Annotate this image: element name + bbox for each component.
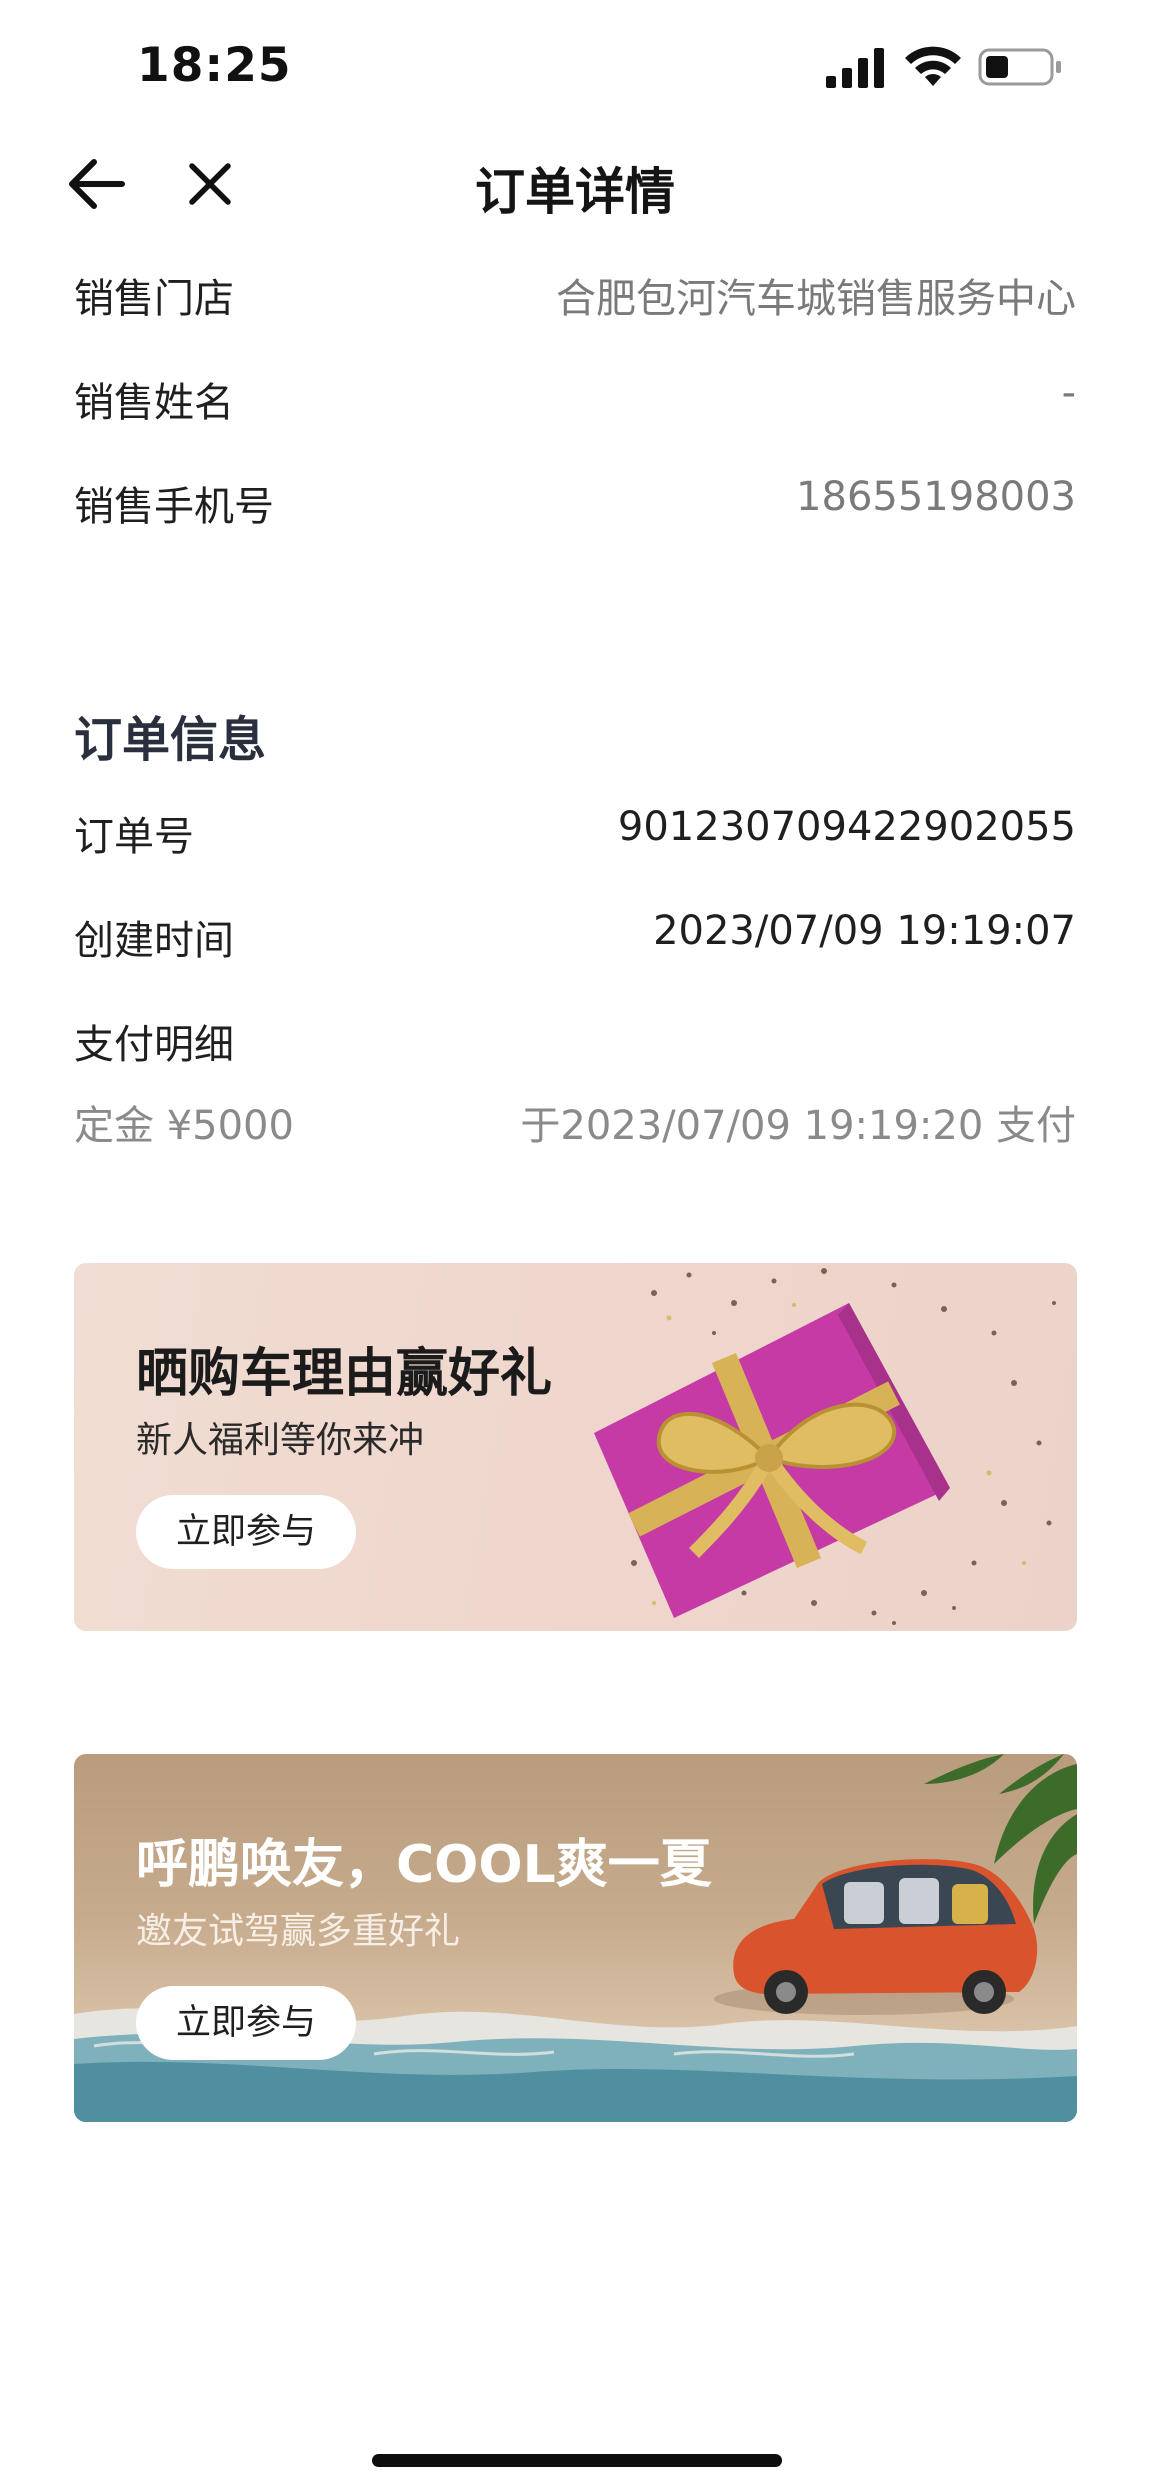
- banner-title: 晒购车理由赢好礼: [136, 1344, 553, 1404]
- join-now-button[interactable]: 立即参与: [136, 1495, 356, 1569]
- sales-phone-label: 销售手机号: [74, 484, 274, 530]
- page-title: 订单详情: [475, 163, 675, 221]
- payment-detail-label: 支付明细: [74, 1022, 234, 1068]
- wifi-icon: [905, 46, 961, 86]
- cellular-signal-icon: [826, 48, 884, 88]
- promo-banner-summer[interactable]: 呼鹏唤友，COOL爽一夏 邀友试驾赢多重好礼 立即参与: [74, 1754, 1077, 2122]
- store-label: 销售门店: [74, 276, 234, 322]
- sales-name-value: -: [1061, 370, 1076, 416]
- banner-subtitle: 新人福利等你来冲: [136, 1420, 425, 1461]
- store-value: 合肥包河汽车城销售服务中心: [556, 276, 1076, 322]
- banner-subtitle: 邀友试驾赢多重好礼: [136, 1911, 461, 1952]
- status-time: 18:25: [137, 38, 292, 93]
- order-number-value: 901230709422902055: [617, 804, 1076, 850]
- order-number-label: 订单号: [74, 814, 194, 860]
- created-time-value: 2023/07/09 19:19:07: [653, 908, 1076, 954]
- payment-time: 于2023/07/09 19:19:20 支付: [520, 1103, 1076, 1149]
- created-time-label: 创建时间: [74, 918, 234, 964]
- deposit-amount: 定金 ¥5000: [74, 1103, 294, 1149]
- join-now-button[interactable]: 立即参与: [136, 1986, 356, 2060]
- banner-title: 呼鹏唤友，COOL爽一夏: [136, 1835, 712, 1895]
- gift-box-image: [594, 1268, 1056, 1625]
- battery-icon: [978, 48, 1061, 86]
- sales-phone-value[interactable]: 18655198003: [796, 474, 1076, 520]
- home-indicator[interactable]: [372, 2454, 782, 2467]
- order-section-title: 订单信息: [74, 712, 267, 768]
- sales-name-label: 销售姓名: [74, 380, 234, 426]
- promo-banner-gift[interactable]: 晒购车理由赢好礼 新人福利等你来冲 立即参与: [74, 1263, 1077, 1631]
